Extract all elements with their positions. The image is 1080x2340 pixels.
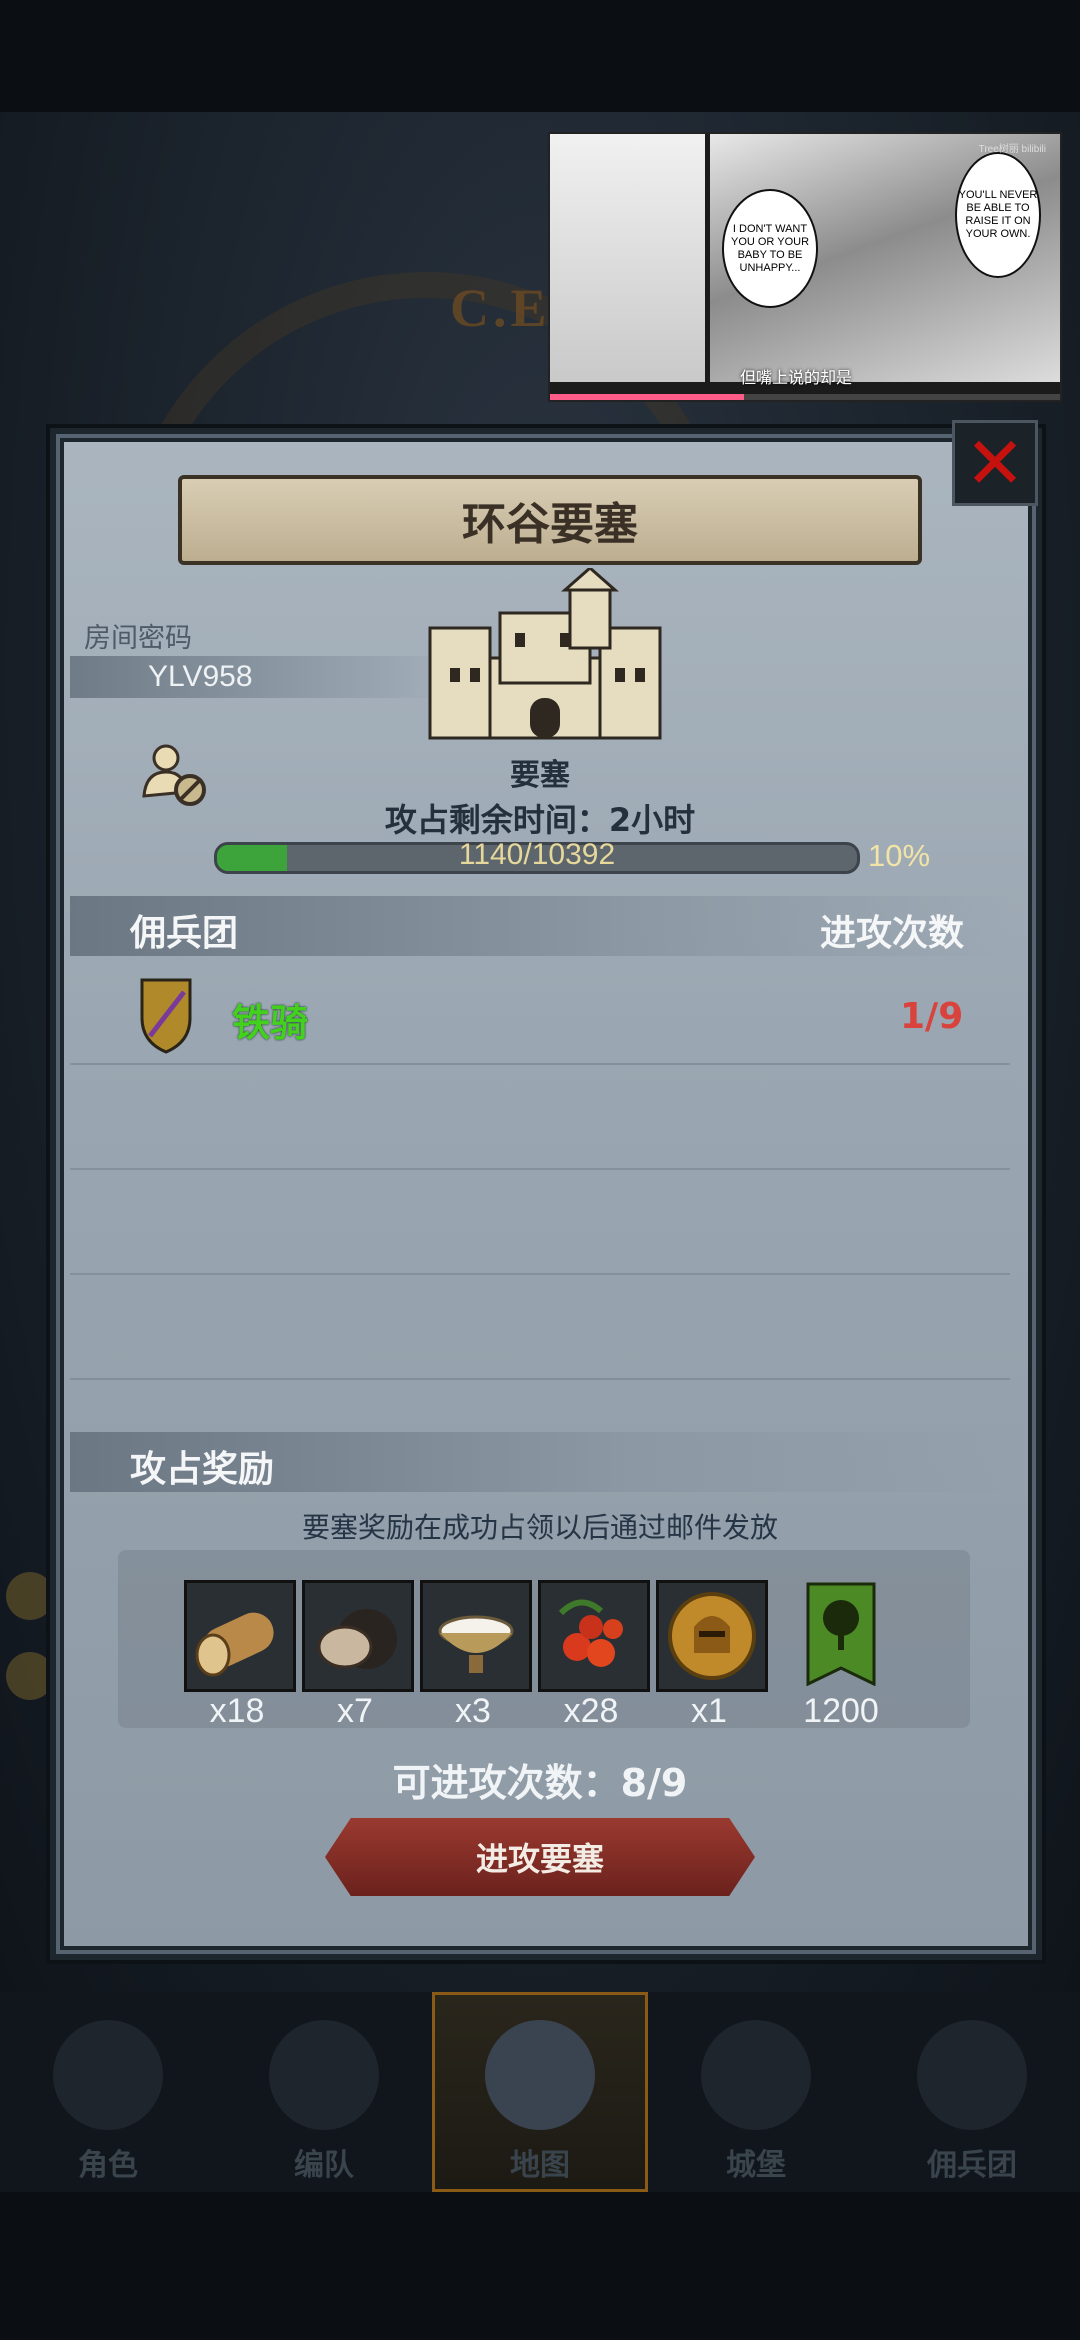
knight-coin-icon[interactable] xyxy=(656,1580,768,1692)
video-progress[interactable] xyxy=(550,394,1060,400)
mercenary-header-label: 佣兵团 xyxy=(130,913,239,954)
nav-item-castle[interactable]: 城堡 xyxy=(648,1992,864,2192)
reward-header-label: 攻占奖励 xyxy=(130,1449,275,1490)
locate-icon[interactable] xyxy=(6,1572,54,1620)
time-remaining: 攻占剩余时间：2小时 xyxy=(384,801,696,839)
row-divider xyxy=(70,1378,1010,1380)
berries-icon[interactable] xyxy=(538,1580,650,1692)
reward-amount: x7 xyxy=(337,1692,373,1730)
panel-title: 环谷要塞 xyxy=(178,475,922,565)
fortress-icon xyxy=(428,568,662,740)
room-code-label: 房间密码 xyxy=(84,623,192,653)
guild-shield-icon xyxy=(140,978,192,1054)
reward-amount: x1 xyxy=(691,1692,727,1730)
capture-progress-percent: 10% xyxy=(868,838,931,873)
compass-map-icon xyxy=(485,2020,595,2130)
row-divider xyxy=(70,1273,1010,1275)
tree-banner-icon[interactable] xyxy=(804,1582,878,1687)
nav-label: 佣兵团 xyxy=(927,2148,1017,2183)
nav-item-mercenary[interactable]: 佣兵团 xyxy=(864,1992,1080,2192)
reward-amount: x18 xyxy=(209,1692,265,1730)
close-icon: ✕ xyxy=(964,421,1026,505)
knight-icon xyxy=(53,2020,163,2130)
nav-item-map[interactable]: 地图 xyxy=(432,1992,648,2192)
close-button[interactable]: ✕ xyxy=(952,420,1038,506)
reward-amount: x3 xyxy=(455,1692,491,1730)
ship-icon xyxy=(917,2020,1027,2130)
room-code-bar xyxy=(70,656,450,698)
nav-label: 角色 xyxy=(78,2148,138,2183)
milk-bowl-icon[interactable] xyxy=(420,1580,532,1692)
reward-amount: x28 xyxy=(563,1692,619,1730)
nav-item-character[interactable]: 角色 xyxy=(0,1992,216,2192)
mercenary-name[interactable]: 铁骑 xyxy=(232,992,308,1047)
nav-label: 编队 xyxy=(294,2148,354,2183)
manga-panel-left xyxy=(550,134,705,382)
row-divider xyxy=(70,1168,1010,1170)
attempts-left: 可进攻次数：8/9 xyxy=(392,1761,688,1805)
mercenary-attack-count: 1/9 xyxy=(900,996,964,1037)
castle-icon xyxy=(701,2020,811,2130)
truffle-icon[interactable] xyxy=(302,1580,414,1692)
video-brand: Tree树丽 bilibili xyxy=(978,144,1046,155)
row-divider xyxy=(70,1063,1010,1065)
reward-amount: 1200 xyxy=(803,1692,879,1730)
helmet-icon xyxy=(269,2020,379,2130)
speech-bubble: I DON'T WANT YOU OR YOUR BABY TO BE UNHA… xyxy=(722,189,818,308)
nav-label: 地图 xyxy=(510,2148,570,2183)
attack-fortress-button[interactable]: 进攻要塞 xyxy=(325,1818,755,1896)
video-subtitle: 但嘴上说的却是 xyxy=(740,370,853,387)
speech-bubble: YOU'LL NEVER BE ABLE TO RAISE IT ON YOUR… xyxy=(955,152,1041,278)
reward-note: 要塞奖励在成功占领以后通过邮件发放 xyxy=(301,1512,778,1543)
nav-item-formation[interactable]: 编队 xyxy=(216,1992,432,2192)
floating-video-player[interactable]: I DON'T WANT YOU OR YOUR BABY TO BE UNHA… xyxy=(548,132,1062,402)
room-code: YLV958 xyxy=(148,660,253,693)
search-icon[interactable] xyxy=(6,1652,54,1700)
attack-count-header: 进攻次数 xyxy=(820,913,965,954)
capture-progress-text: 1140/10392 xyxy=(458,838,616,871)
wood-log-icon[interactable] xyxy=(184,1580,296,1692)
nav-label: 城堡 xyxy=(726,2148,786,2183)
fortress-type: 要塞 xyxy=(510,758,570,793)
